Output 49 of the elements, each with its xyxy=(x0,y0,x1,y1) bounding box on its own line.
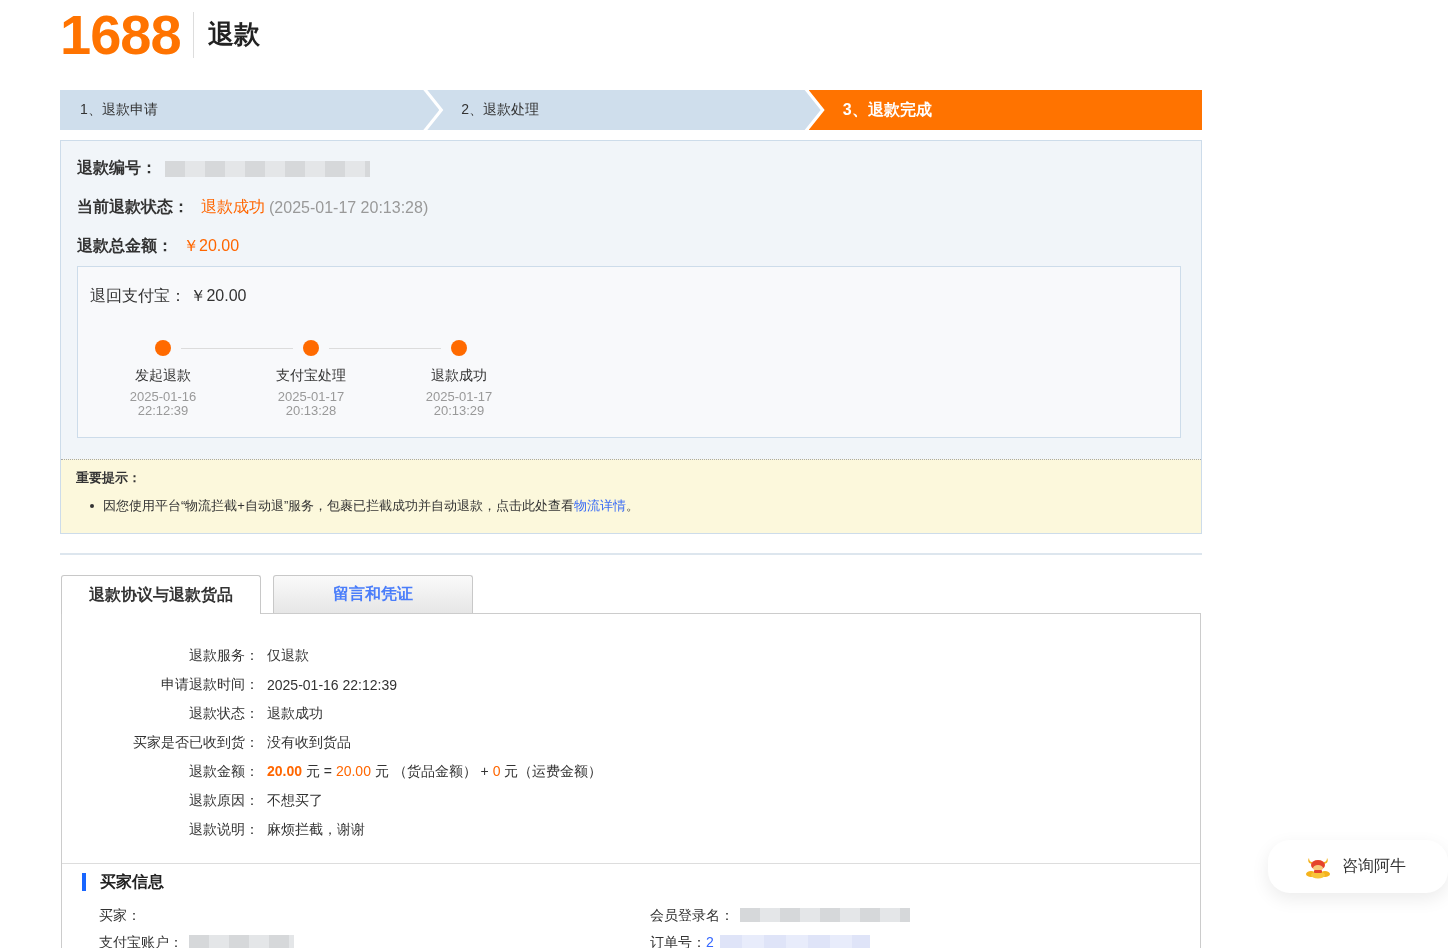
refund-amount-value: 20.00 元 = 20.00 元 （货品金额） + 0 元（运费金额） xyxy=(267,762,603,781)
alipay-refund-amount: 退回支付宝： ￥20.00 xyxy=(89,286,248,306)
status-time: (2025-01-17 20:13:28) xyxy=(269,198,429,217)
summary-label: 退款编号： xyxy=(77,158,157,178)
summary-label: 当前退款状态： xyxy=(77,197,189,217)
consult-button[interactable]: 咨询阿牛 xyxy=(1268,840,1448,893)
detail-value: 2025-01-16 22:12:39 xyxy=(267,676,397,693)
logistics-link[interactable]: 物流详情 xyxy=(574,498,627,513)
field-label: 会员登录名： xyxy=(650,906,734,923)
detail-value: 退款成功 xyxy=(267,704,323,723)
progress-step: 1、退款申请 xyxy=(60,90,440,130)
timeline-date: 2025-01-17 xyxy=(277,390,345,404)
timeline-time: 22:12:39 xyxy=(137,404,189,418)
timeline-time: 20:13:29 xyxy=(433,404,485,418)
timeline-label: 发起退款 xyxy=(135,366,191,385)
timeline-label: 支付宝处理 xyxy=(276,366,346,385)
timeline-time: 20:13:28 xyxy=(285,404,337,418)
detail-label: 退款服务： xyxy=(188,646,259,665)
tab[interactable]: 留言和凭证 xyxy=(273,575,473,613)
detail-label: 退款金额： xyxy=(188,762,259,781)
detail-value: 没有收到货品 xyxy=(267,733,351,752)
section-marker-icon xyxy=(82,873,86,891)
section-title: 买家信息 xyxy=(100,872,164,892)
tab[interactable]: 退款协议与退款货品 xyxy=(61,575,261,614)
order-number-link[interactable]: 2 xyxy=(706,933,714,948)
timeline-date: 2025-01-16 xyxy=(129,390,197,404)
detail-value: 不想买了 xyxy=(267,791,323,810)
detail-label: 退款原因： xyxy=(188,791,259,810)
bullet-icon xyxy=(90,504,94,508)
detail-label: 申请退款时间： xyxy=(160,675,259,694)
detail-label: 退款状态： xyxy=(188,704,259,723)
amount-value: ￥20.00 xyxy=(183,236,240,256)
field-label: 买家： xyxy=(99,906,141,923)
field-label: 订单号： xyxy=(650,933,706,948)
summary-label: 退款总金额： xyxy=(77,236,173,256)
notice-text: 因您使用平台“物流拦截+自动退”服务，包裹已拦截成功并自动退款，点击此处查看物流详情。 xyxy=(103,497,640,515)
page-title: 退款 xyxy=(207,19,260,51)
detail-value: 仅退款 xyxy=(267,646,309,665)
notice-title: 重要提示： xyxy=(76,469,142,487)
field-label: 支付宝账户： xyxy=(99,933,183,948)
brand-logo[interactable]: 1688 xyxy=(60,7,181,63)
progress-step: 3、退款完成 xyxy=(808,90,1202,130)
progress-step: 2、退款处理 xyxy=(427,90,821,130)
status-value: 退款成功 xyxy=(201,197,265,217)
timeline-label: 退款成功 xyxy=(431,366,487,385)
detail-value: 麻烦拦截，谢谢 xyxy=(267,820,365,839)
timeline-date: 2025-01-17 xyxy=(425,390,493,404)
detail-label: 买家是否已收到货： xyxy=(132,733,259,752)
detail-label: 退款说明： xyxy=(188,820,259,839)
